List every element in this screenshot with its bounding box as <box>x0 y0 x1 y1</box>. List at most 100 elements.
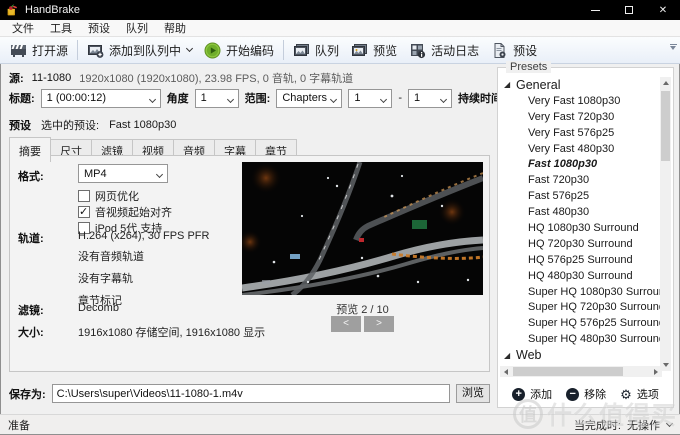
main-content: 源: 11-1080 1920x1080 (1920x1080), 23.98 … <box>1 64 679 415</box>
minimize-button[interactable] <box>578 0 612 20</box>
add-photo-icon <box>87 42 104 59</box>
format-option-1[interactable]: 音视频起始对齐 <box>78 204 172 220</box>
preset-row-label: General <box>516 78 560 92</box>
range-type-select[interactable]: Chapters <box>276 89 342 108</box>
preset-row-label: Super HQ 576p25 Surround <box>528 317 660 329</box>
add-to-queue-button[interactable]: 添加到队列中 <box>81 40 198 61</box>
presets-panel: Presets ◢GeneralVery Fast 1080p30Very Fa… <box>497 67 674 408</box>
tab-0[interactable]: 摘要 <box>9 137 51 162</box>
start-encode-label: 开始编码 <box>226 42 274 59</box>
toolbar-separator <box>77 40 78 60</box>
preset-row: 预设 选中的预设: Fast 1080p30 <box>9 117 176 133</box>
range-to-value: 1 <box>414 92 420 104</box>
scroll-right-icon[interactable] <box>650 366 662 377</box>
preset-add-label: 添加 <box>530 386 552 402</box>
preset-row-14[interactable]: Super HQ 720p30 Surround <box>500 299 660 315</box>
checkbox-icon[interactable] <box>78 190 90 202</box>
activity-log-icon <box>409 42 426 59</box>
selected-preset-label: 选中的预设: <box>41 117 99 133</box>
combo-arrow-icon <box>227 95 234 102</box>
menu-item-2[interactable]: 预设 <box>80 18 118 38</box>
add-circle-icon: + <box>512 388 525 401</box>
preset-row-1[interactable]: Very Fast 1080p30 <box>500 93 660 109</box>
preview-next-button[interactable]: > <box>364 316 394 332</box>
handbrake-window: HandBrake ✕ 文件工具预设队列帮助 打开源 <box>0 0 680 435</box>
preview-button[interactable]: 预览 <box>345 40 403 61</box>
browse-button[interactable]: 浏览 <box>456 384 490 403</box>
preset-row-6[interactable]: Fast 720p30 <box>500 172 660 188</box>
preset-row-17[interactable]: ◢Web <box>500 347 660 363</box>
maximize-button[interactable] <box>612 0 646 20</box>
format-select[interactable]: MP4 <box>78 164 168 183</box>
queue-button[interactable]: 队列 <box>287 40 345 61</box>
preset-row-label: Fast 480p30 <box>528 206 589 218</box>
range-from-select[interactable]: 1 <box>348 89 392 108</box>
preset-row-9[interactable]: HQ 1080p30 Surround <box>500 220 660 236</box>
preset-row-13[interactable]: Super HQ 1080p30 Surround <box>500 284 660 300</box>
selected-preset-value: Fast 1080p30 <box>109 119 176 131</box>
preset-row-label: Very Fast 720p30 <box>528 111 614 123</box>
range-type-value: Chapters <box>282 92 327 104</box>
angle-select-value: 1 <box>201 92 207 104</box>
start-encode-button[interactable]: 开始编码 <box>198 40 280 61</box>
menu-item-3[interactable]: 队列 <box>118 18 156 38</box>
photo-stack-icon <box>293 42 310 59</box>
preset-options-button[interactable]: ⚙ 选项 <box>620 386 659 402</box>
preset-row-0[interactable]: ◢General <box>500 77 660 93</box>
preset-row-5[interactable]: Fast 1080p30 <box>500 156 660 172</box>
preset-row-4[interactable]: Very Fast 480p30 <box>500 141 660 157</box>
vertical-scroll-thumb[interactable] <box>661 91 670 161</box>
save-path-input[interactable] <box>52 384 450 403</box>
preset-remove-button[interactable]: − 移除 <box>566 386 606 402</box>
angle-label: 角度 <box>167 90 189 106</box>
preset-row-3[interactable]: Very Fast 576p25 <box>500 125 660 141</box>
preset-row-10[interactable]: HQ 720p30 Surround <box>500 236 660 252</box>
preset-row-16[interactable]: Super HQ 480p30 Surround <box>500 331 660 347</box>
when-done-value: 无操作 <box>627 417 660 433</box>
activity-log-label: 活动日志 <box>431 42 479 59</box>
scroll-up-icon[interactable] <box>660 77 671 89</box>
activity-log-button[interactable]: 活动日志 <box>403 40 485 61</box>
menu-item-0[interactable]: 文件 <box>4 18 42 38</box>
presets-actions: + 添加 − 移除 ⚙ 选项 <box>498 386 673 402</box>
close-icon: ✕ <box>659 5 667 16</box>
preset-row-12[interactable]: HQ 480p30 Surround <box>500 268 660 284</box>
range-to-select[interactable]: 1 <box>408 89 452 108</box>
play-circle-icon <box>204 42 221 59</box>
track-line-2: 没有字幕轨 <box>78 270 209 286</box>
open-source-button[interactable]: 打开源 <box>4 40 74 61</box>
expander-open-icon[interactable]: ◢ <box>504 351 516 360</box>
preset-row-label: Very Fast 576p25 <box>528 127 614 139</box>
horizontal-scroll-thumb[interactable] <box>513 367 623 376</box>
preset-row-label: HQ 720p30 Surround <box>528 238 633 250</box>
combo-arrow-icon <box>149 95 156 102</box>
preset-row-8[interactable]: Fast 480p30 <box>500 204 660 220</box>
title-label: 标题: <box>9 90 35 106</box>
toolbar-overflow-icon[interactable] <box>669 44 677 50</box>
preset-row-7[interactable]: Fast 576p25 <box>500 188 660 204</box>
preset-row-15[interactable]: Super HQ 576p25 Surround <box>500 315 660 331</box>
angle-select[interactable]: 1 <box>195 89 239 108</box>
preset-row-2[interactable]: Very Fast 720p30 <box>500 109 660 125</box>
menu-item-1[interactable]: 工具 <box>42 18 80 38</box>
expander-open-icon[interactable]: ◢ <box>504 80 516 89</box>
title-select[interactable]: 1 (00:00:12) <box>41 89 161 108</box>
queue-label: 队列 <box>315 42 339 59</box>
clapperboard-icon <box>10 42 27 59</box>
when-done-control[interactable]: 当完成时: 无操作 <box>574 417 672 433</box>
presets-horizontal-scrollbar[interactable] <box>500 366 662 377</box>
open-source-label: 打开源 <box>32 42 68 59</box>
preset-add-button[interactable]: + 添加 <box>512 386 552 402</box>
presets-vertical-scrollbar[interactable] <box>660 77 671 371</box>
presets-toggle-button[interactable]: 预设 <box>485 40 543 61</box>
close-button[interactable]: ✕ <box>646 0 680 20</box>
format-option-0[interactable]: 网页优化 <box>78 188 139 204</box>
checkbox-checked-icon[interactable] <box>78 206 90 218</box>
preset-row-11[interactable]: HQ 576p25 Surround <box>500 252 660 268</box>
combo-arrow-icon <box>380 95 387 102</box>
source-details: 1920x1080 (1920x1080), 23.98 FPS, 0 音轨, … <box>79 70 353 86</box>
menu-item-4[interactable]: 帮助 <box>156 18 194 38</box>
scroll-left-icon[interactable] <box>500 366 512 377</box>
combo-arrow-icon <box>330 95 337 102</box>
preview-prev-button[interactable]: < <box>331 316 361 332</box>
